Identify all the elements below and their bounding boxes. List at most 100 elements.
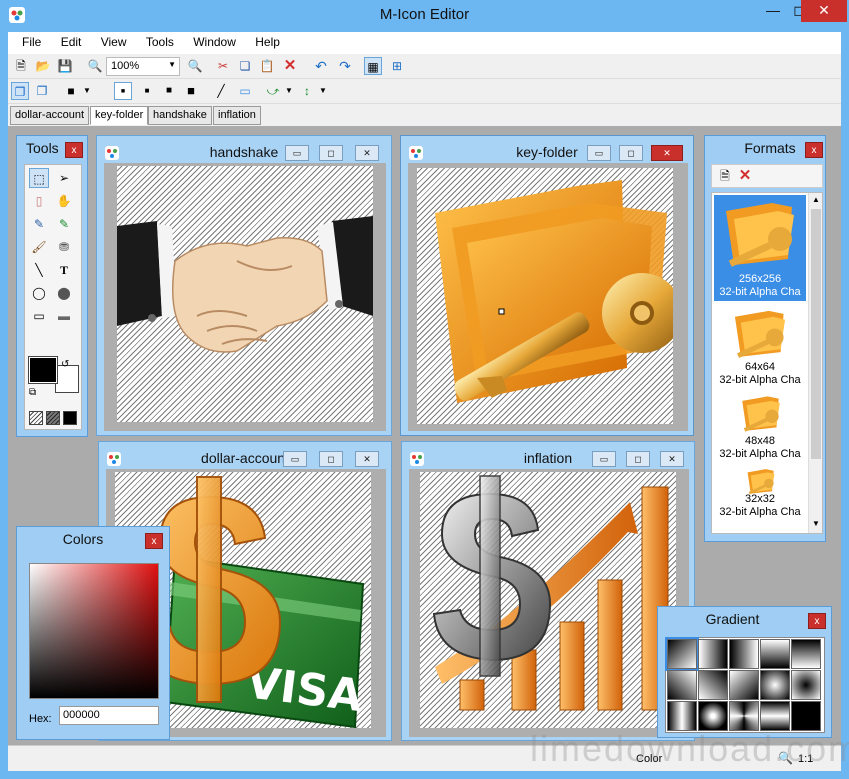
- gradient-swatch[interactable]: [698, 701, 728, 731]
- window-cascade-icon[interactable]: ❐: [33, 82, 51, 100]
- pen-size-1-icon[interactable]: ■: [114, 82, 132, 100]
- gradient-swatch[interactable]: [667, 670, 697, 700]
- delete-icon[interactable]: ✕: [281, 57, 299, 75]
- doc-minimize-button[interactable]: ▭: [592, 451, 616, 467]
- pen-size-3-icon[interactable]: ■: [160, 82, 178, 100]
- gradient-swatch[interactable]: [665, 637, 699, 671]
- new-file-icon[interactable]: 🗎: [12, 57, 30, 75]
- gradient-swatch[interactable]: [791, 639, 821, 669]
- pencil-icon[interactable]: ✎: [54, 214, 74, 234]
- swap-colors-icon[interactable]: ↺: [61, 359, 69, 370]
- zoom-out-icon[interactable]: 🔍: [86, 57, 104, 75]
- zoom-select[interactable]: 100% ▼: [106, 57, 180, 76]
- icon-canvas-key-folder[interactable]: [417, 168, 682, 424]
- brush-icon[interactable]: 🖌: [29, 237, 49, 257]
- open-folder-icon[interactable]: 📂: [34, 57, 52, 75]
- formats-panel-close-button[interactable]: x: [805, 142, 823, 158]
- gradient-swatch[interactable]: [760, 670, 790, 700]
- tools-panel-close-button[interactable]: x: [65, 142, 83, 158]
- gradient-swatch[interactable]: [698, 639, 728, 669]
- filled-rectangle-icon[interactable]: ▬: [54, 306, 74, 326]
- pointer-icon[interactable]: ➢: [54, 168, 74, 188]
- scroll-down-icon[interactable]: ▼: [812, 519, 820, 528]
- gradient-swatch[interactable]: [729, 639, 759, 669]
- minimize-window-button[interactable]: —: [760, 0, 786, 22]
- doc-minimize-button[interactable]: ▭: [587, 145, 611, 161]
- doc-maximize-button[interactable]: ◻: [319, 145, 343, 161]
- gradient-swatch[interactable]: [791, 701, 821, 731]
- new-format-icon[interactable]: 🗎: [716, 167, 734, 185]
- colors-panel-close-button[interactable]: x: [145, 533, 163, 549]
- eyedropper-icon[interactable]: ✎: [29, 214, 49, 234]
- paste-icon[interactable]: 📋: [258, 57, 276, 75]
- reset-colors-icon[interactable]: ⧉: [29, 387, 36, 398]
- formats-scrollbar[interactable]: ▲ ▼: [808, 193, 822, 533]
- rectangle-icon[interactable]: ▭: [29, 306, 49, 326]
- menu-file[interactable]: File: [8, 32, 49, 49]
- doc-minimize-button[interactable]: ▭: [285, 145, 309, 161]
- tab-handshake[interactable]: handshake: [148, 106, 212, 125]
- tab-dollar-account[interactable]: dollar-account: [10, 106, 90, 125]
- gradient-fill-icon[interactable]: ▭: [236, 82, 254, 100]
- scroll-thumb[interactable]: [811, 209, 821, 459]
- inverse-swatch[interactable]: [46, 411, 60, 425]
- select-rect-icon[interactable]: ⬚: [29, 168, 49, 188]
- icon-canvas-inflation[interactable]: [420, 472, 676, 728]
- foreground-color-swatch[interactable]: [28, 356, 58, 384]
- format-item[interactable]: 64x64 32-bit Alpha Cha: [714, 305, 806, 387]
- doc-close-button[interactable]: ✕: [660, 451, 684, 467]
- pen-size-2-icon[interactable]: ■: [138, 82, 156, 100]
- text-tool-icon[interactable]: T: [54, 260, 74, 280]
- gradient-swatch[interactable]: [760, 701, 790, 731]
- pen-size-4-icon[interactable]: ■: [182, 82, 200, 100]
- cut-icon[interactable]: ✂: [214, 57, 232, 75]
- doc-close-button[interactable]: ✕: [651, 145, 683, 161]
- gradient-swatch[interactable]: [760, 639, 790, 669]
- delete-format-icon[interactable]: ✕: [736, 167, 754, 185]
- redo-icon[interactable]: ↷: [336, 57, 354, 75]
- black-swatch[interactable]: [63, 411, 77, 425]
- doc-minimize-button[interactable]: ▭: [283, 451, 307, 467]
- gradient-swatch[interactable]: [667, 701, 697, 731]
- line-tool-icon[interactable]: ╲: [29, 260, 49, 280]
- scroll-up-icon[interactable]: ▲: [812, 195, 820, 204]
- hex-input[interactable]: 000000: [59, 706, 159, 725]
- window-tile-icon[interactable]: ❐: [11, 82, 29, 100]
- doc-maximize-button[interactable]: ◻: [319, 451, 343, 467]
- icon-canvas-handshake[interactable]: [117, 166, 373, 422]
- doc-close-button[interactable]: ✕: [355, 451, 379, 467]
- chevron-down-icon[interactable]: ▼: [280, 82, 298, 100]
- grid-icon[interactable]: ▦: [364, 57, 382, 75]
- filled-ellipse-icon[interactable]: ⬤: [54, 283, 74, 303]
- gradient-swatch[interactable]: [729, 701, 759, 731]
- menu-tools[interactable]: Tools: [138, 32, 182, 49]
- gradient-swatch[interactable]: [698, 670, 728, 700]
- line-icon[interactable]: ╱: [212, 82, 230, 100]
- color-picker-field[interactable]: [29, 563, 159, 699]
- chevron-down-icon[interactable]: ▼: [78, 82, 96, 100]
- copy-icon[interactable]: ❏: [236, 57, 254, 75]
- menu-help[interactable]: Help: [247, 32, 288, 49]
- menu-window[interactable]: Window: [185, 32, 244, 49]
- gradient-panel-close-button[interactable]: x: [808, 613, 826, 629]
- pixel-grid-icon[interactable]: ⊞: [388, 57, 406, 75]
- tab-key-folder[interactable]: key-folder: [90, 106, 149, 125]
- gradient-swatch[interactable]: [791, 670, 821, 700]
- eraser-icon[interactable]: ▯: [29, 191, 49, 211]
- tab-inflation[interactable]: inflation: [213, 106, 261, 125]
- doc-maximize-button[interactable]: ◻: [626, 451, 650, 467]
- format-item[interactable]: 48x48 32-bit Alpha Cha: [714, 391, 806, 461]
- save-icon[interactable]: 💾: [56, 57, 74, 75]
- menu-view[interactable]: View: [93, 32, 135, 49]
- fill-bucket-icon[interactable]: ⛃: [54, 237, 74, 257]
- close-window-button[interactable]: ✕: [801, 0, 847, 22]
- format-item[interactable]: 32x32 32-bit Alpha Cha: [714, 465, 806, 533]
- doc-close-button[interactable]: ✕: [355, 145, 379, 161]
- zoom-in-icon[interactable]: 🔍: [186, 57, 204, 75]
- hand-icon[interactable]: ✋: [54, 191, 74, 211]
- format-item[interactable]: 256x256 32-bit Alpha Cha: [714, 195, 806, 301]
- gradient-swatch[interactable]: [729, 670, 759, 700]
- transparent-swatch[interactable]: [29, 411, 43, 425]
- undo-icon[interactable]: ↶: [312, 57, 330, 75]
- menu-edit[interactable]: Edit: [53, 32, 90, 49]
